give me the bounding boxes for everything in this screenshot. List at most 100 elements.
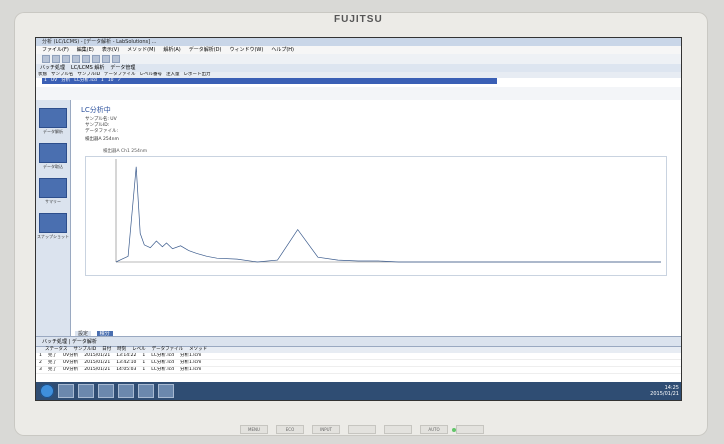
taskbar-app-icon[interactable] [58, 384, 74, 398]
col-report: レポート出力 [183, 72, 211, 77]
left-label: データ取込 [43, 164, 63, 169]
monitor-button-eco[interactable]: ECO [276, 425, 304, 434]
cell: LC分析.lcd [151, 353, 174, 358]
table-row[interactable]: 1 UV 分析 LC分析.lcd 1 10 ✓ [42, 78, 497, 84]
toolbar-icon[interactable] [112, 55, 120, 63]
toolbar-icon[interactable] [72, 55, 80, 63]
col-inj-vol: 注入量 [166, 72, 180, 77]
cell: LC分析.lcd [151, 360, 174, 365]
left-label: データ解析 [43, 129, 63, 134]
cell: 13:42:10 [116, 360, 137, 365]
taskbar-app-icon[interactable] [158, 384, 174, 398]
cell: 1 [142, 360, 146, 365]
chart-series-line [115, 166, 661, 263]
toolbar [36, 54, 681, 64]
cell: 14:05:03 [116, 367, 137, 372]
left-pane: データ解析 データ取込 サマリー スナップショット [36, 100, 71, 336]
taskbar-app-icon[interactable] [78, 384, 94, 398]
tab-batch[interactable]: バッチ処理 [40, 64, 65, 72]
menu-view[interactable]: 表示(V) [102, 46, 119, 54]
cell: UV分析 [62, 353, 79, 358]
cell: UV分析 [62, 360, 79, 365]
cell: UV分析 [62, 367, 79, 372]
tab-analysis[interactable]: LC/LCMS 解析 [71, 64, 104, 72]
power-led [452, 428, 456, 432]
view-title: LC分析中 [81, 106, 111, 114]
main-area: データ解析 データ取込 サマリー スナップショット LC分析中 サンプル名: U… [36, 100, 681, 337]
cell: 2015/01/21 [84, 367, 111, 372]
cell: ✓ [117, 78, 122, 83]
window-title: 分析 (LC/LCMS) - [データ解析 - LabSolutions] ..… [36, 38, 681, 46]
monitor-button-auto[interactable]: AUTO [420, 425, 448, 434]
taskbar-app-icon[interactable] [138, 384, 154, 398]
clock-date: 2015/01/21 [650, 391, 679, 397]
toolbar-icon[interactable] [92, 55, 100, 63]
cell: LC分析.lcd [151, 367, 174, 372]
cell: 13:14:22 [116, 353, 137, 358]
cell: 1 [142, 367, 146, 372]
cell: 完了 [47, 360, 57, 365]
left-button-data-import[interactable] [39, 143, 67, 163]
monitor-button-power[interactable] [456, 425, 484, 434]
taskbar-clock[interactable]: 14:25 2015/01/21 [650, 385, 679, 397]
menu-edit[interactable]: 編集(E) [77, 46, 94, 54]
toolbar-icon[interactable] [82, 55, 90, 63]
menu-bar: ファイル(F) 編集(E) 表示(V) メソッド(M) 解析(A) データ解析(… [36, 46, 681, 54]
col-level: レベル番号 [139, 72, 163, 77]
monitor-button-menu[interactable]: MENU [240, 425, 268, 434]
monitor-buttons: MENU ECO INPUT AUTO [240, 425, 484, 434]
chromatogram-chart[interactable] [85, 156, 667, 276]
monitor-button-input[interactable]: INPUT [312, 425, 340, 434]
chart-axis [115, 159, 661, 263]
chart-label: 検出器A Ch1 254nm [103, 149, 148, 154]
monitor-button[interactable] [384, 425, 412, 434]
menu-window[interactable]: ウィンドウ(W) [229, 46, 263, 54]
left-label: サマリー [45, 199, 61, 204]
cell: 10 [107, 78, 114, 83]
cell: 2 [39, 360, 42, 365]
toolbar-icon[interactable] [102, 55, 110, 63]
cell: LC分析.lcd [74, 78, 97, 83]
cell: 完了 [47, 367, 57, 372]
cell: 分析1.lcm [179, 353, 202, 358]
cell: 分析 [61, 78, 71, 83]
table-row[interactable]: 1 完了 UV分析 2015/01/21 13:14:22 1 LC分析.lcd… [36, 353, 681, 360]
menu-method[interactable]: メソッド(M) [127, 46, 155, 54]
taskbar-app-icon[interactable] [98, 384, 114, 398]
cell: 2015/01/21 [84, 360, 111, 365]
left-button-data-analysis[interactable] [39, 108, 67, 128]
taskbar-app-icon[interactable] [118, 384, 134, 398]
monitor-brand-logo: FUJITSU [334, 14, 383, 25]
cell: UV [50, 78, 58, 83]
start-button[interactable] [40, 384, 54, 398]
menu-file[interactable]: ファイル(F) [42, 46, 69, 54]
table-row[interactable]: 3 完了 UV分析 2015/01/21 14:05:03 1 LC分析.lcd… [36, 367, 681, 374]
table-row[interactable]: 2 完了 UV分析 2015/01/21 13:42:10 1 LC分析.lcd… [36, 360, 681, 367]
info-line: 検出器A 254nm [85, 137, 119, 142]
cell: 1 [39, 353, 42, 358]
cell: 分析1.lcm [179, 360, 202, 365]
cell: 1 [44, 78, 47, 83]
taskbar: 14:25 2015/01/21 [36, 382, 681, 400]
batch-results-table: ステータス サンプルID 日付 時刻 レベル データファイル メソッド 1 完了… [36, 346, 681, 383]
left-button-summary[interactable] [39, 178, 67, 198]
toolbar-icon[interactable] [62, 55, 70, 63]
cell: 1 [142, 353, 146, 358]
menu-data[interactable]: データ解析(D) [189, 46, 222, 54]
screen: 分析 (LC/LCMS) - [データ解析 - LabSolutions] ..… [35, 37, 682, 401]
batch-table: 状態 サンプル名 サンプルID データファイル レベル番号 注入量 レポート出力… [36, 72, 681, 87]
cell: 分析1.lcm [179, 367, 202, 372]
analysis-view: LC分析中 サンプル名: UV サンプルID: データファイル: 検出器A 25… [71, 100, 681, 337]
toolbar-icon[interactable] [52, 55, 60, 63]
menu-help[interactable]: ヘルプ(H) [271, 46, 294, 54]
cell: 1 [100, 78, 104, 83]
monitor-button[interactable] [348, 425, 376, 434]
toolbar-icon[interactable] [42, 55, 50, 63]
document-tabs: バッチ処理 LC/LCMS 解析 データ管理 [36, 64, 681, 72]
tab-data[interactable]: データ管理 [110, 64, 135, 72]
cell: 3 [39, 367, 42, 372]
info-line: データファイル: [85, 129, 119, 134]
menu-analysis[interactable]: 解析(A) [163, 46, 180, 54]
left-label: スナップショット [37, 234, 69, 239]
left-button-snapshot[interactable] [39, 213, 67, 233]
